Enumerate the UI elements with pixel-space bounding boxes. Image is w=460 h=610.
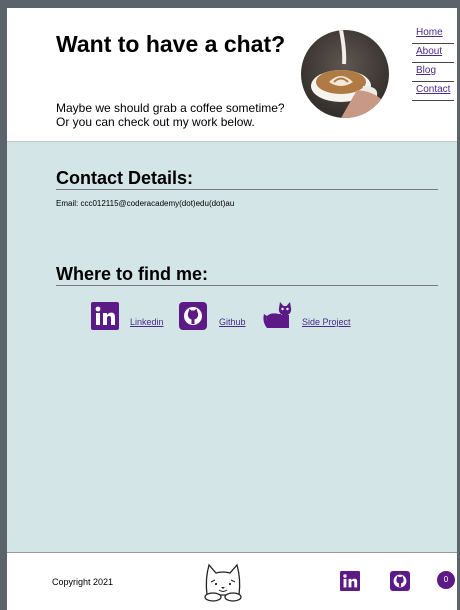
nav-home-link[interactable]: Home bbox=[412, 26, 454, 44]
page: Want to have a chat? Maybe we should gra… bbox=[7, 8, 457, 610]
email-text: Email: ccc012115@coderacademy(dot)edu(do… bbox=[56, 199, 235, 208]
main-content: Contact Details: Email: ccc012115@codera… bbox=[7, 142, 457, 552]
copyright-text: Copyright 2021 bbox=[52, 577, 114, 587]
nav-blog-link[interactable]: Blog bbox=[412, 64, 454, 82]
hero-subtitle-line-2: Or you can check out my work below. bbox=[56, 115, 255, 129]
coffee-image bbox=[301, 30, 389, 118]
nav-about-link[interactable]: About bbox=[412, 45, 454, 63]
hero-subtitle-line-1: Maybe we should grab a coffee sometime? bbox=[56, 101, 285, 115]
footer-github-icon[interactable] bbox=[390, 571, 410, 591]
github-link[interactable]: Github bbox=[219, 317, 246, 327]
hero-subtitle: Maybe we should grab a coffee sometime? … bbox=[56, 101, 296, 129]
github-icon[interactable] bbox=[179, 302, 207, 330]
where-to-find-heading: Where to find me: bbox=[56, 264, 438, 286]
page-title: Want to have a chat? bbox=[56, 31, 286, 57]
cat-logo-icon bbox=[204, 563, 242, 602]
counter-badge[interactable]: 0 bbox=[437, 571, 455, 589]
cat-icon[interactable] bbox=[261, 302, 293, 330]
side-project-link[interactable]: Side Project bbox=[302, 317, 351, 327]
linkedin-link[interactable]: Linkedin bbox=[130, 317, 164, 327]
nav-contact-link[interactable]: Contact bbox=[412, 83, 454, 101]
header: Want to have a chat? Maybe we should gra… bbox=[7, 8, 457, 142]
contact-details-heading: Contact Details: bbox=[56, 168, 438, 190]
footer: Copyright 2021 0 bbox=[7, 552, 457, 610]
footer-linkedin-icon[interactable] bbox=[340, 571, 360, 591]
linkedin-icon[interactable] bbox=[91, 302, 119, 330]
main-nav: Home About Blog Contact bbox=[412, 26, 454, 102]
